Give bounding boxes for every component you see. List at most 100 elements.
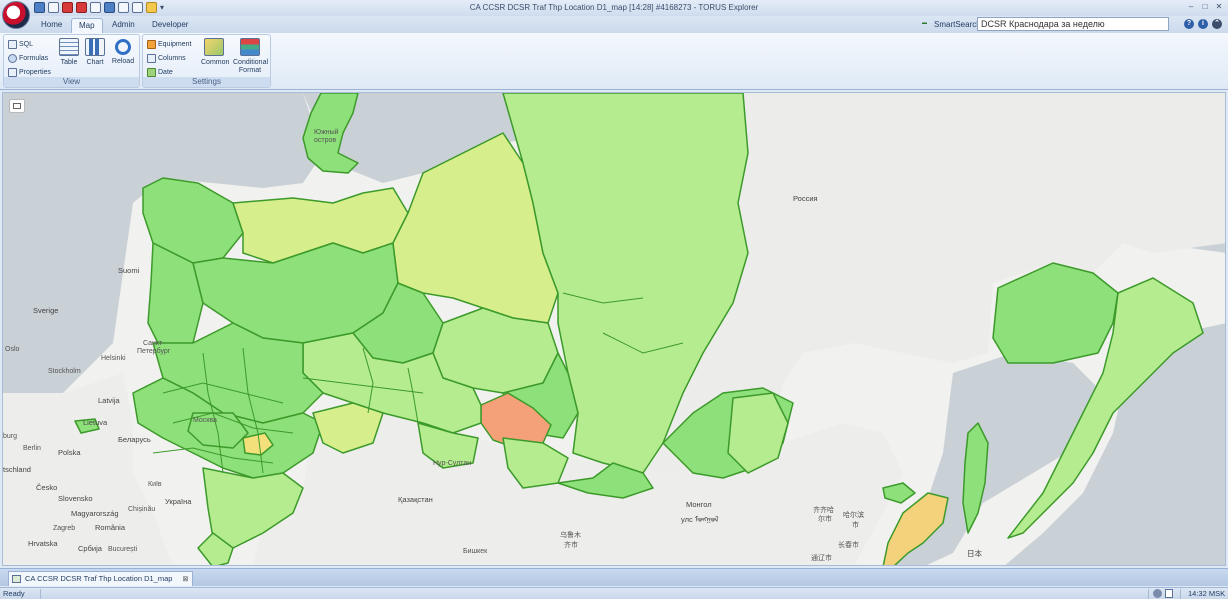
conditional-format-button[interactable]: Conditional Format <box>233 38 269 75</box>
table-icon <box>59 38 79 56</box>
equipment-label: Equipment <box>158 40 192 48</box>
formulas-button[interactable]: Formulas <box>8 52 48 64</box>
sql-button[interactable]: SQL <box>8 38 33 50</box>
label-oslo: Oslo <box>5 346 20 353</box>
help-icon[interactable]: ? <box>1184 19 1194 29</box>
region-magadan[interactable] <box>992 262 1119 364</box>
reload-button[interactable]: Reload <box>110 38 136 66</box>
conditional-format-label: Conditional Format <box>233 59 269 74</box>
label-polska: Polska <box>58 448 81 457</box>
conditional-format-icon <box>240 38 260 56</box>
close-button[interactable]: ✕ <box>1214 2 1224 12</box>
label-harbin2: 市 <box>852 522 859 529</box>
app-logo[interactable] <box>2 1 30 29</box>
label-urumqi2: 齐市 <box>564 542 578 549</box>
label-slovensko: Slovensko <box>58 494 93 503</box>
label-burg: burg <box>3 433 18 440</box>
label-ostrov: остров <box>314 137 337 144</box>
reload-icon <box>115 39 131 55</box>
help-icons: ? i ⌃ <box>1184 19 1222 29</box>
label-lietuva: Lietuva <box>83 418 108 427</box>
label-belarus: Беларусь <box>118 435 151 444</box>
status-separator <box>1180 589 1181 599</box>
label-stockholm: Stockholm <box>48 368 81 375</box>
label-russia: Россия <box>793 194 818 203</box>
common-button[interactable]: Common <box>201 38 230 67</box>
label-zagreb: Zagreb <box>53 525 76 532</box>
label-urumqi1: 乌鲁木 <box>560 532 581 539</box>
label-berlin: Berlin <box>23 445 41 452</box>
date-label: Date <box>158 68 173 76</box>
ribbon-panel: SQL Formulas Properties Table Chart Relo… <box>0 33 1228 90</box>
maximize-button[interactable]: □ <box>1200 2 1210 12</box>
status-separator <box>40 589 41 599</box>
window-title: CA CCSR DCSR Traf Thp Location D1_map [1… <box>469 3 759 12</box>
fullscreen-button[interactable] <box>9 99 25 113</box>
view-group: SQL Formulas Properties Table Chart Relo… <box>3 34 140 88</box>
common-label: Common <box>201 59 230 66</box>
table-label: Table <box>60 59 78 66</box>
window-controls: ‒ □ ✕ <box>1186 2 1224 12</box>
label-suomi: Suomi <box>118 266 140 275</box>
label-yuzhny: Южный <box>314 129 339 136</box>
info-icon[interactable]: i <box>1198 19 1208 29</box>
chart-label: Chart <box>86 59 104 66</box>
equipment-icon <box>147 39 156 49</box>
label-kazakhstan: Қазақстан <box>398 495 433 504</box>
formulas-icon <box>8 53 17 63</box>
label-mongol-script: улс ᠮᠣᠩᠭᠣᠯ <box>681 515 719 524</box>
map-doc-icon <box>12 575 21 583</box>
date-icon <box>147 67 156 77</box>
minimize-ribbon-icon[interactable]: ⌃ <box>1212 19 1222 29</box>
label-qiqihar2: 尔市 <box>818 516 832 523</box>
label-helsinki: Helsinki <box>101 355 126 362</box>
map-canvas[interactable] <box>3 93 1226 566</box>
properties-icon <box>8 67 17 77</box>
label-latvija: Latvija <box>98 396 120 405</box>
chart-icon <box>85 38 105 56</box>
label-sankt1: Санкт- <box>143 340 165 347</box>
smartsearch-input[interactable] <box>977 17 1169 31</box>
document-icon[interactable] <box>1165 589 1173 598</box>
tab-map[interactable]: Map <box>71 18 103 33</box>
formulas-label: Formulas <box>19 54 49 62</box>
document-tab[interactable]: CA CCSR DCSR Traf Thp Location D1_map ⊠ <box>8 571 194 586</box>
label-mongol: Монгол <box>686 500 712 509</box>
label-chisinau: Chișinău <box>128 506 156 513</box>
table-button[interactable]: Table <box>56 38 82 67</box>
document-tab-label: CA CCSR DCSR Traf Thp Location D1_map <box>25 574 173 583</box>
title-bar: ▾ CA CCSR DCSR Traf Thp Location D1_map … <box>0 0 1228 29</box>
chart-button[interactable]: Chart <box>82 38 108 67</box>
common-icon <box>204 38 224 56</box>
status-text: Ready <box>3 589 25 598</box>
sql-label: SQL <box>19 40 34 48</box>
document-tab-strip: CA CCSR DCSR Traf Thp Location D1_map ⊠ <box>0 568 1228 586</box>
status-time: 14:32 MSK <box>1188 589 1226 598</box>
minimize-button[interactable]: ‒ <box>1186 2 1196 12</box>
columns-icon <box>147 53 156 63</box>
map-view[interactable]: Россия Южный остров Suomi Sverige Oslo S… <box>2 92 1226 566</box>
equipment-button[interactable]: Equipment <box>147 38 191 50</box>
smartsearch-label: SmartSearch: <box>934 20 983 29</box>
settings-group-caption: Settings <box>143 77 270 87</box>
label-sverige: Sverige <box>33 306 59 315</box>
label-nihon: 日本 <box>967 549 982 558</box>
label-hrvatska: Hrvatska <box>28 539 58 548</box>
columns-button[interactable]: Columns <box>147 52 186 64</box>
label-nursultan: Нур-Султан <box>433 460 472 467</box>
tab-home[interactable]: Home <box>34 18 69 33</box>
user-icon[interactable] <box>1153 589 1162 598</box>
label-changchun: 长春市 <box>838 542 859 549</box>
label-moskva: Москва <box>193 417 217 424</box>
document-tab-close-icon[interactable]: ⊠ <box>183 576 189 583</box>
reload-label: Reload <box>111 58 135 65</box>
properties-label: Properties <box>19 68 51 76</box>
tab-admin[interactable]: Admin <box>105 18 142 33</box>
columns-label: Columns <box>158 54 186 62</box>
status-separator <box>1148 589 1149 599</box>
region-sakhalin[interactable] <box>962 422 989 534</box>
label-romania: România <box>95 523 126 532</box>
label-cesko: Česko <box>36 483 58 492</box>
tab-developer[interactable]: Developer <box>145 18 195 33</box>
label-ukraina: Україна <box>165 497 192 506</box>
